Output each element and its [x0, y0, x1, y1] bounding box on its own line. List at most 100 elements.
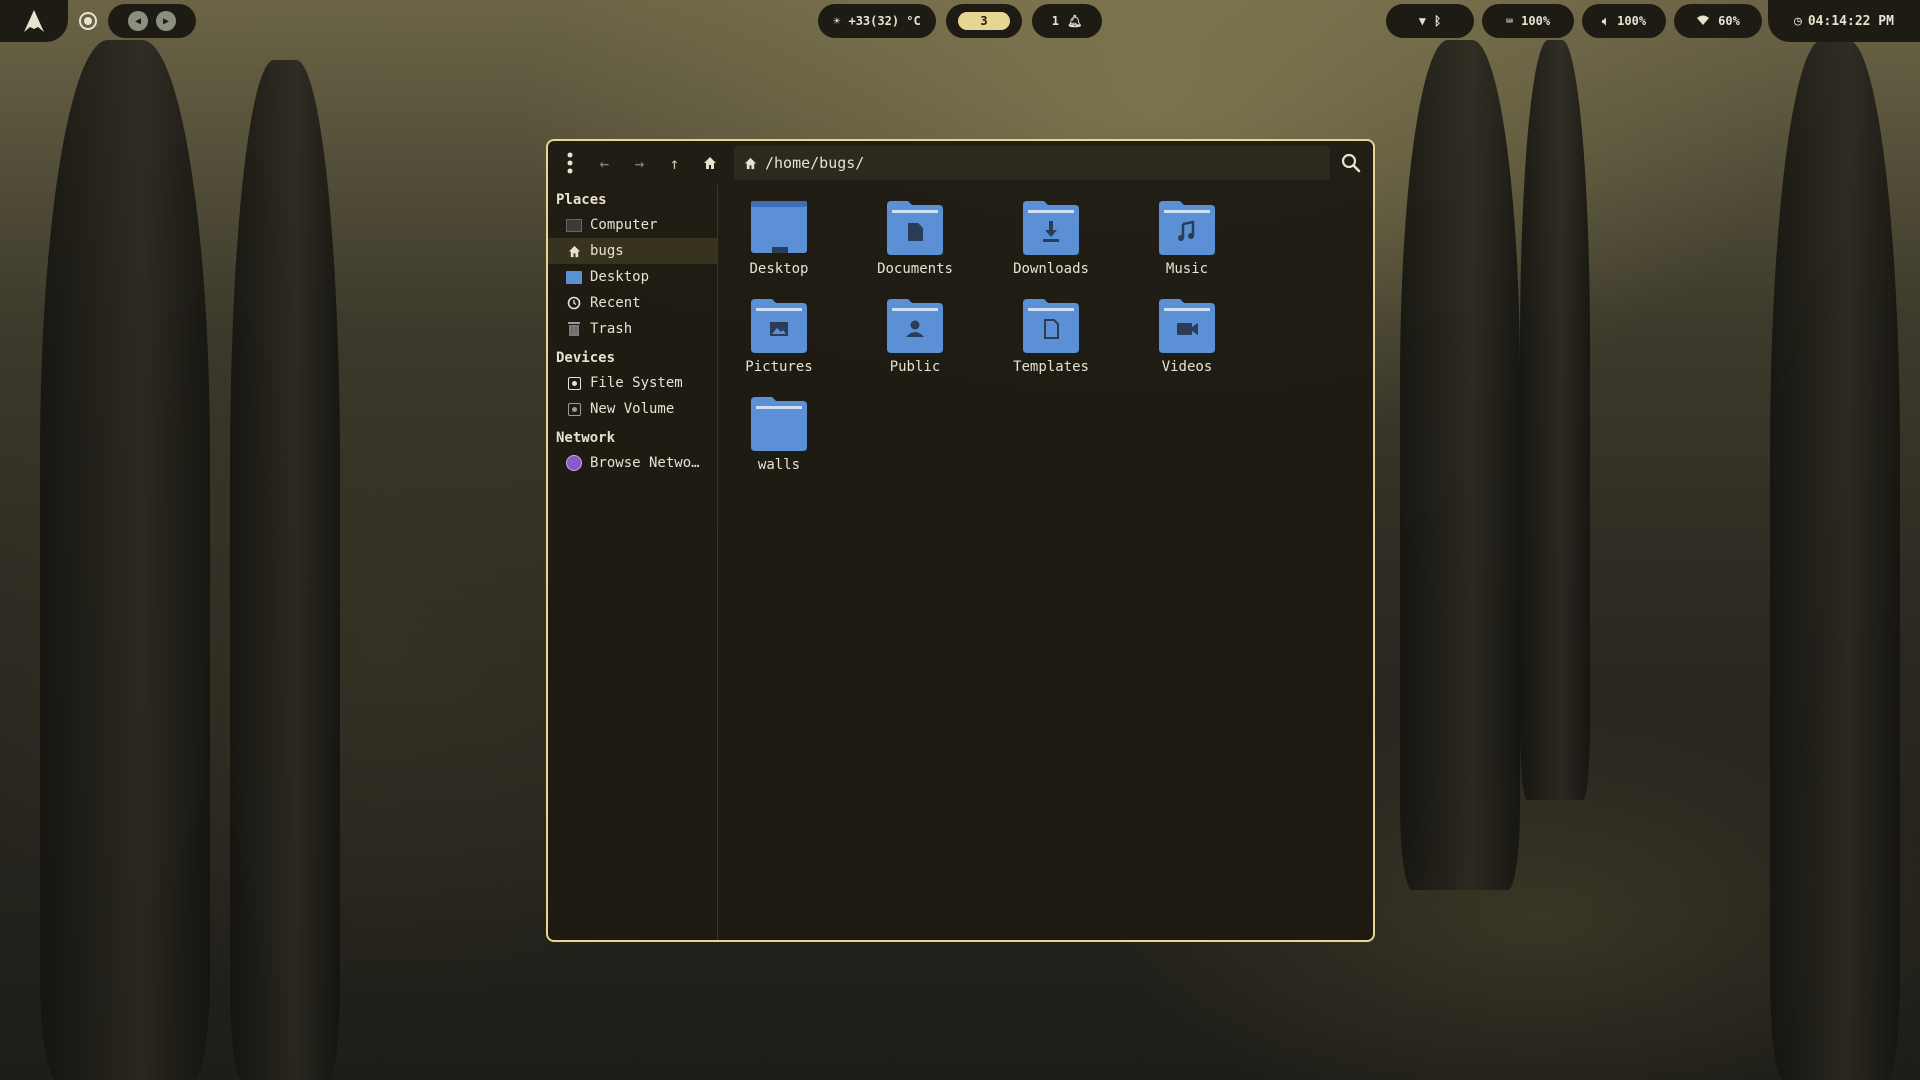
pictures-folder-icon — [751, 299, 807, 353]
up-button[interactable]: ↑ — [657, 141, 692, 185]
keyboard-text: 100% — [1521, 14, 1551, 28]
downloads-folder-icon — [1023, 201, 1079, 255]
background-tree — [230, 60, 340, 1080]
sidebar-item-computer[interactable]: Computer — [548, 212, 717, 238]
vpn-shield-icon: ▼ — [1418, 14, 1427, 28]
desktop-icon — [566, 269, 582, 285]
workspace-number: 3 — [958, 12, 1010, 30]
background-tree — [1520, 40, 1590, 800]
file-grid: Desktop Documents Downloads Music Pictur… — [719, 185, 1373, 940]
file-manager-window: ← → ↑ /home/bugs/ Places Computer bugs D… — [546, 139, 1375, 942]
network-header: Network — [556, 430, 616, 446]
volume-widget[interactable]: 🔈︎ 100% — [1582, 4, 1666, 38]
notification-widget[interactable]: 1 🔔︎ — [1032, 4, 1102, 38]
volume-icon: 🔈︎ — [1601, 13, 1610, 28]
search-button[interactable] — [1335, 147, 1367, 179]
toolbar: ← → ↑ /home/bugs/ — [548, 141, 1373, 185]
file-name: Music — [1165, 261, 1209, 277]
file-name: Documents — [877, 261, 953, 277]
sun-icon: ☀ — [833, 14, 841, 28]
sidebar-item-label: File System — [590, 375, 683, 391]
sidebar-item-recent[interactable]: Recent — [548, 290, 717, 316]
places-header: Places — [556, 192, 607, 208]
file-item-walls[interactable]: walls — [719, 389, 839, 479]
background-tree — [40, 40, 210, 1080]
music-folder-icon — [1159, 201, 1215, 255]
record-button[interactable] — [74, 4, 102, 38]
file-name: Pictures — [745, 359, 813, 375]
file-name: Public — [889, 359, 941, 375]
sidebar-item-file-system[interactable]: File System — [548, 370, 717, 396]
templates-folder-icon — [1023, 299, 1079, 353]
computer-icon — [566, 217, 582, 233]
clock-icon — [566, 295, 582, 311]
workspace-indicator[interactable]: 3 — [946, 4, 1022, 38]
keyboard-icon: ⌨ — [1505, 14, 1514, 28]
arrow-left-icon: ← — [599, 153, 610, 173]
file-name: Downloads — [1013, 261, 1089, 277]
notification-count: 1 — [1051, 14, 1059, 28]
documents-folder-icon — [887, 201, 943, 255]
weather-text: +33(32) °C — [848, 14, 921, 28]
file-name: walls — [757, 457, 801, 473]
devices-header: Devices — [556, 350, 616, 366]
sidebar-item-desktop[interactable]: Desktop — [548, 264, 717, 290]
file-name: Desktop — [749, 261, 809, 277]
file-item-templates[interactable]: Templates — [991, 291, 1111, 381]
sidebar-item-label: Browse Netwo… — [590, 455, 700, 471]
arrow-right-icon: → — [634, 153, 645, 173]
file-item-desktop[interactable]: Desktop — [719, 193, 839, 283]
sidebar-item-label: bugs — [590, 243, 624, 259]
wifi-icon — [1696, 14, 1710, 29]
file-item-pictures[interactable]: Pictures — [719, 291, 839, 381]
next-track-icon[interactable]: ▶ — [156, 11, 176, 31]
file-item-music[interactable]: Music — [1127, 193, 1247, 283]
back-button[interactable]: ← — [587, 141, 622, 185]
previous-track-icon[interactable]: ◀ — [128, 11, 148, 31]
file-item-public[interactable]: Public — [855, 291, 975, 381]
media-controls: ◀ ▶ — [108, 4, 196, 38]
sidebar-item-label: New Volume — [590, 401, 675, 417]
arch-logo-icon — [24, 10, 44, 32]
wifi-widget[interactable]: 60% — [1674, 4, 1762, 38]
sidebar-item-new-volume[interactable]: New Volume — [548, 396, 717, 422]
clock-text: 04:14:22 PM — [1807, 13, 1894, 29]
drive-icon — [566, 375, 582, 391]
home-button[interactable] — [692, 141, 727, 185]
clock-widget[interactable]: ◷ 04:14:22 PM — [1768, 0, 1920, 42]
location-path: /home/bugs/ — [765, 154, 865, 172]
videos-folder-icon — [1159, 299, 1215, 353]
network-icon — [566, 455, 582, 471]
file-item-documents[interactable]: Documents — [855, 193, 975, 283]
sidebar-item-label: Recent — [590, 295, 641, 311]
sidebar-item-trash[interactable]: Trash — [548, 316, 717, 342]
bluetooth-icon: ᛒ — [1434, 14, 1442, 28]
file-name: Videos — [1161, 359, 1213, 375]
folder-icon — [751, 397, 807, 451]
arrow-up-icon: ↑ — [669, 153, 680, 173]
home-icon — [566, 243, 582, 259]
location-bar[interactable]: /home/bugs/ — [734, 146, 1330, 180]
sidebar-item-bugs[interactable]: bugs — [548, 238, 717, 264]
bell-icon: 🔔︎ — [1067, 14, 1083, 28]
keyboard-widget[interactable]: ⌨ 100% — [1482, 4, 1574, 38]
file-name: Templates — [1013, 359, 1089, 375]
file-item-videos[interactable]: Videos — [1127, 291, 1247, 381]
background-tree — [1400, 40, 1520, 890]
file-item-downloads[interactable]: Downloads — [991, 193, 1111, 283]
sidebar-item-label: Desktop — [590, 269, 650, 285]
sidebar-item-browse-network[interactable]: Browse Netwo… — [548, 450, 717, 476]
public-folder-icon — [887, 299, 943, 353]
record-icon — [79, 12, 97, 30]
wifi-text: 60% — [1718, 14, 1740, 28]
launcher-button[interactable] — [0, 0, 68, 42]
menu-button[interactable] — [552, 141, 587, 185]
clock-icon: ◷ — [1794, 13, 1802, 29]
forward-button[interactable]: → — [622, 141, 657, 185]
top-bar: ◀ ▶ ☀ +33(32) °C 3 1 🔔︎ ▼ ᛒ ⌨ 100% 🔈︎ 10… — [0, 0, 1920, 42]
home-icon — [744, 157, 757, 169]
volume-text: 100% — [1617, 14, 1647, 28]
search-icon — [1341, 153, 1361, 173]
weather-widget[interactable]: ☀ +33(32) °C — [818, 4, 936, 38]
connectivity-widget[interactable]: ▼ ᛒ — [1386, 4, 1474, 38]
